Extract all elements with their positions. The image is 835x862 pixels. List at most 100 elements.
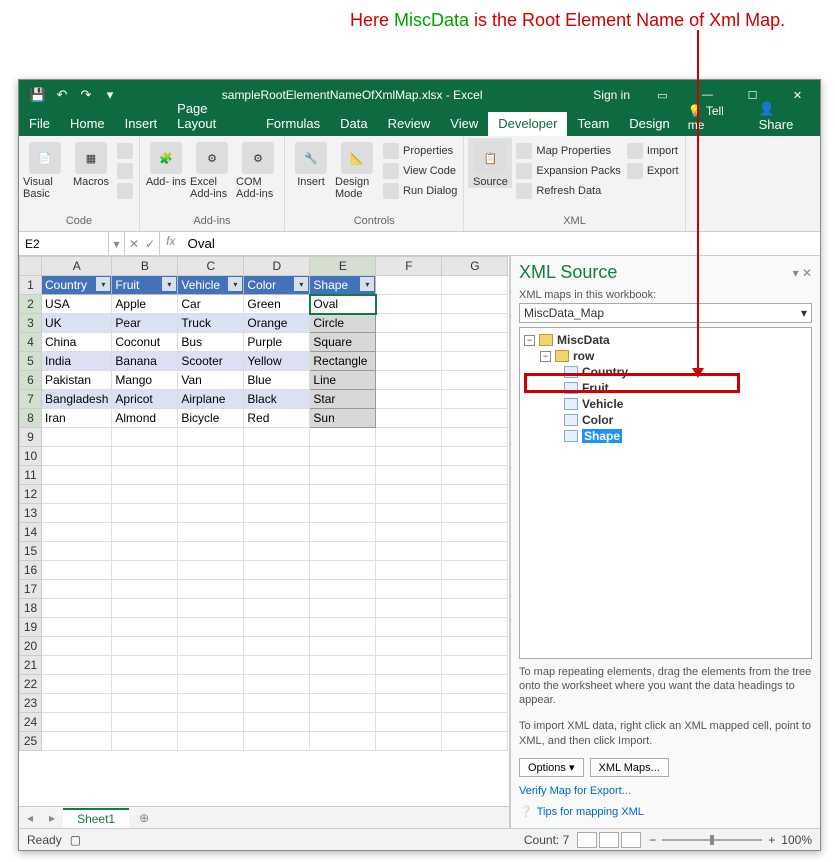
options-button[interactable]: Options ▾ <box>519 758 584 777</box>
cell[interactable] <box>178 466 244 485</box>
cell[interactable] <box>442 447 508 466</box>
tree-row-node[interactable]: − row <box>524 348 807 364</box>
cell[interactable]: Almond <box>112 409 178 428</box>
cell[interactable] <box>112 561 178 580</box>
cell[interactable] <box>42 542 112 561</box>
row-header[interactable]: 17 <box>20 580 42 599</box>
tree-root-node[interactable]: − MiscData <box>524 332 807 348</box>
cell[interactable] <box>376 580 442 599</box>
verify-map-link[interactable]: Verify Map for Export... <box>519 785 812 797</box>
row-header[interactable]: 2 <box>20 295 42 314</box>
design-mode-button[interactable]: 📐Design Mode <box>335 138 379 200</box>
sheet-nav-prev-icon[interactable]: ◂ <box>19 811 41 825</box>
cell[interactable] <box>376 637 442 656</box>
row-header[interactable]: 6 <box>20 371 42 390</box>
row-header[interactable]: 19 <box>20 618 42 637</box>
tree-field-node[interactable]: Country <box>524 364 807 380</box>
tab-file[interactable]: File <box>19 112 60 136</box>
row-header[interactable]: 24 <box>20 713 42 732</box>
cell[interactable] <box>42 447 112 466</box>
row-header[interactable]: 9 <box>20 428 42 447</box>
filter-dropdown-icon[interactable]: ▾ <box>360 277 374 291</box>
cell[interactable] <box>112 466 178 485</box>
tree-field-node[interactable]: Fruit <box>524 380 807 396</box>
cell[interactable] <box>112 542 178 561</box>
cell[interactable] <box>442 675 508 694</box>
cell[interactable] <box>112 618 178 637</box>
cell[interactable]: Rectangle <box>310 352 376 371</box>
cell[interactable]: Truck <box>178 314 244 333</box>
panel-options-icon[interactable]: ▾ <box>793 266 799 280</box>
filter-dropdown-icon[interactable]: ▾ <box>294 277 308 291</box>
cell[interactable] <box>310 694 376 713</box>
cell[interactable]: Coconut <box>112 333 178 352</box>
cell[interactable]: Oval <box>310 295 376 314</box>
tab-page-layout[interactable]: Page Layout <box>167 97 256 136</box>
name-box-dropdown-icon[interactable]: ▾ <box>109 232 125 255</box>
cell[interactable] <box>244 542 310 561</box>
cancel-formula-icon[interactable]: ✕ <box>129 237 139 251</box>
tab-view[interactable]: View <box>440 112 488 136</box>
run-dialog-button[interactable]: Run Dialog <box>381 182 459 200</box>
cell[interactable] <box>42 694 112 713</box>
cell[interactable] <box>310 447 376 466</box>
cell[interactable] <box>442 561 508 580</box>
cell[interactable] <box>112 523 178 542</box>
cell[interactable]: Purple <box>244 333 310 352</box>
cell[interactable] <box>42 618 112 637</box>
cell[interactable]: UK <box>42 314 112 333</box>
page-break-view-icon[interactable] <box>621 832 641 848</box>
sheet-tab-active[interactable]: Sheet1 <box>63 808 129 828</box>
cell[interactable]: Square <box>310 333 376 352</box>
cell[interactable] <box>376 428 442 447</box>
cell[interactable] <box>42 656 112 675</box>
row-header[interactable]: 4 <box>20 333 42 352</box>
cell[interactable] <box>310 428 376 447</box>
cell[interactable] <box>310 580 376 599</box>
cell[interactable]: Apple <box>112 295 178 314</box>
cell[interactable]: USA <box>42 295 112 314</box>
col-header[interactable]: G <box>442 257 508 276</box>
record-macro-button[interactable] <box>115 142 135 160</box>
cell[interactable] <box>244 618 310 637</box>
ribbon-display-icon[interactable]: ▭ <box>640 80 685 110</box>
refresh-data-button[interactable]: Refresh Data <box>514 182 622 200</box>
cell[interactable] <box>442 428 508 447</box>
cell[interactable] <box>178 542 244 561</box>
excel-addins-button[interactable]: ⚙Excel Add-ins <box>190 138 234 200</box>
cell[interactable] <box>178 523 244 542</box>
cell[interactable]: Black <box>244 390 310 409</box>
cell[interactable] <box>112 637 178 656</box>
cell[interactable]: Car <box>178 295 244 314</box>
cell[interactable] <box>42 485 112 504</box>
normal-view-icon[interactable] <box>577 832 597 848</box>
cell[interactable] <box>310 504 376 523</box>
cell[interactable] <box>442 618 508 637</box>
cell[interactable] <box>310 732 376 751</box>
cell[interactable] <box>376 694 442 713</box>
tab-data[interactable]: Data <box>330 112 377 136</box>
tab-home[interactable]: Home <box>60 112 115 136</box>
xml-tree[interactable]: − MiscData − row CountryFruitVehicleColo… <box>519 327 812 659</box>
cell[interactable] <box>244 580 310 599</box>
cell[interactable] <box>244 599 310 618</box>
row-header[interactable]: 21 <box>20 656 42 675</box>
addins-button[interactable]: 🧩Add- ins <box>144 138 188 188</box>
cell[interactable] <box>310 675 376 694</box>
cell[interactable] <box>244 504 310 523</box>
cell[interactable] <box>178 732 244 751</box>
cell[interactable] <box>310 542 376 561</box>
macros-button[interactable]: ▦Macros <box>69 138 113 188</box>
filter-dropdown-icon[interactable]: ▾ <box>228 277 242 291</box>
row-header[interactable]: 1 <box>20 276 42 295</box>
tree-field-node[interactable]: Shape <box>524 428 807 444</box>
visual-basic-button[interactable]: 📄Visual Basic <box>23 138 67 200</box>
cell[interactable] <box>376 485 442 504</box>
row-header[interactable]: 22 <box>20 675 42 694</box>
cell[interactable]: Red <box>244 409 310 428</box>
row-header[interactable]: 15 <box>20 542 42 561</box>
col-header[interactable]: F <box>376 257 442 276</box>
cell[interactable]: Scooter <box>178 352 244 371</box>
cell[interactable]: Orange <box>244 314 310 333</box>
panel-close-icon[interactable]: ✕ <box>802 266 812 280</box>
